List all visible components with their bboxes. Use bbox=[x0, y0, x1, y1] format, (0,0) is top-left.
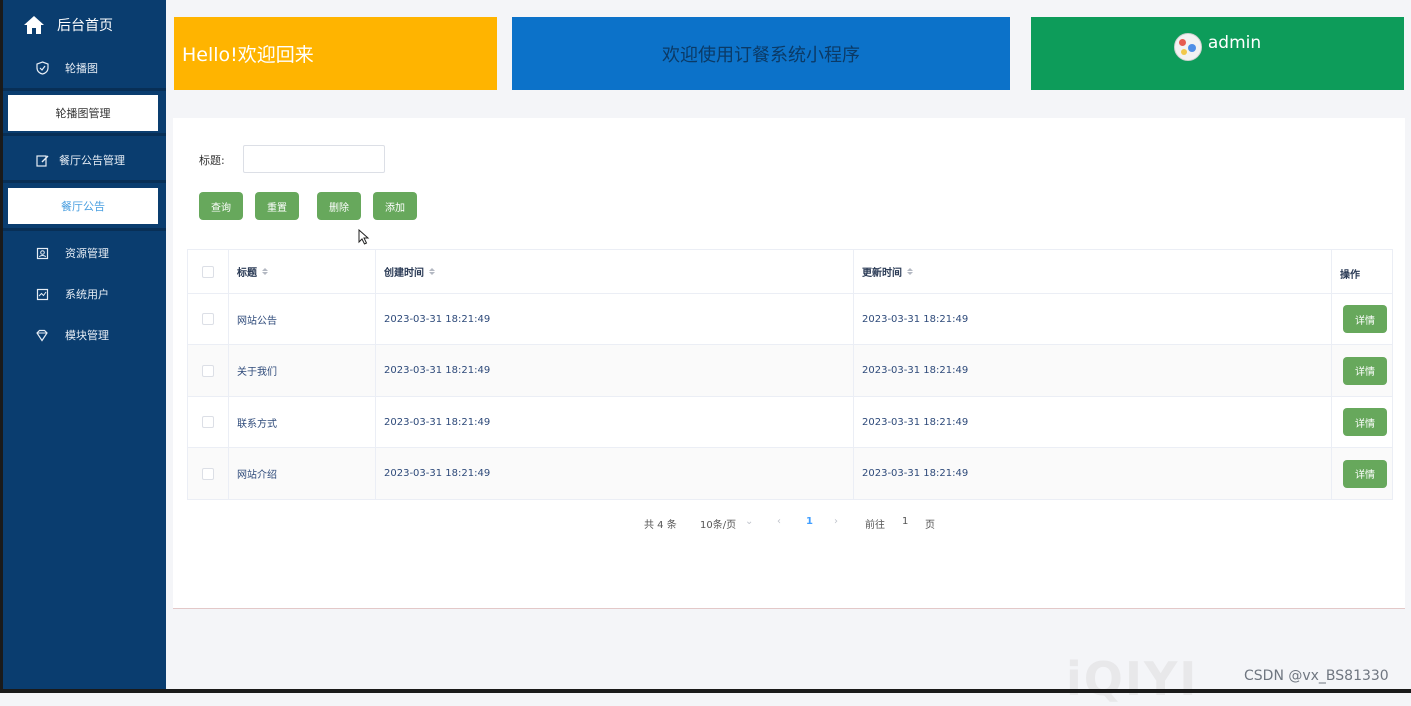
sort-icon[interactable] bbox=[907, 268, 913, 275]
sidebar-item-module[interactable]: 模块管理 bbox=[3, 315, 166, 355]
row-created: 2023-03-31 18:21:49 bbox=[376, 397, 854, 447]
pagination-total: 共 4 条 bbox=[644, 520, 677, 531]
sidebar-group-label: 轮播图 bbox=[65, 62, 98, 75]
sidebar-item-label: 后台首页 bbox=[57, 18, 113, 34]
header-checkbox-cell bbox=[188, 250, 229, 293]
sidebar-group-notice[interactable]: 餐厅公告管理 bbox=[3, 140, 166, 180]
chevron-down-icon[interactable]: ⌄ bbox=[745, 516, 753, 527]
table-row: 网站介绍 2023-03-31 18:21:49 2023-03-31 18:2… bbox=[188, 448, 1392, 499]
goto-label: 前往 bbox=[865, 520, 885, 531]
detail-button[interactable]: 详情 bbox=[1343, 356, 1387, 385]
mouse-cursor-icon bbox=[358, 229, 370, 245]
divider bbox=[3, 133, 166, 136]
row-updated: 2023-03-31 18:21:49 bbox=[854, 345, 1332, 396]
title-label: 标题: bbox=[199, 154, 225, 167]
sidebar-item-label: 系统用户 bbox=[65, 288, 109, 301]
csdn-watermark: CSDN @vx_BS81330 bbox=[1244, 668, 1389, 684]
row-title: 关于我们 bbox=[229, 345, 376, 396]
row-created: 2023-03-31 18:21:49 bbox=[376, 294, 854, 344]
row-updated: 2023-03-31 18:21:49 bbox=[854, 397, 1332, 447]
sidebar-item-notice[interactable]: 餐厅公告 bbox=[8, 188, 158, 224]
add-button[interactable]: 添加 bbox=[373, 192, 417, 220]
window-frame-bottom bbox=[0, 689, 1411, 693]
detail-button[interactable]: 详情 bbox=[1343, 408, 1387, 436]
sort-icon[interactable] bbox=[429, 268, 435, 275]
next-page-icon[interactable]: › bbox=[834, 516, 838, 527]
sidebar-item-system-user[interactable]: 系统用户 bbox=[3, 274, 166, 314]
divider bbox=[3, 180, 166, 183]
user-banner[interactable]: admin bbox=[1031, 17, 1404, 90]
column-header-action: 操作 bbox=[1340, 270, 1360, 281]
diamond-icon bbox=[35, 328, 49, 342]
sidebar-group-carousel[interactable]: 轮播图 bbox=[3, 48, 166, 88]
detail-button[interactable]: 详情 bbox=[1343, 305, 1387, 333]
notice-table: 标题 创建时间 更新时间 操作 网站公告 2023-03-31 18:21:49… bbox=[187, 249, 1393, 500]
content-panel: 标题: 查询 重置 删除 添加 标题 创建时间 更新时间 操作 网站公告 202… bbox=[173, 118, 1405, 609]
hello-banner: Hello!欢迎回来 bbox=[174, 17, 497, 90]
delete-button[interactable]: 删除 bbox=[317, 192, 361, 220]
table-row: 联系方式 2023-03-31 18:21:49 2023-03-31 18:2… bbox=[188, 397, 1392, 448]
column-header-created[interactable]: 创建时间 bbox=[376, 250, 854, 293]
sidebar: 后台首页 轮播图 轮播图管理 餐厅公告管理 餐厅公告 资源管理 系统用户 模块管… bbox=[3, 0, 166, 689]
page-size-select[interactable]: 10条/页 bbox=[700, 516, 736, 531]
avatar[interactable] bbox=[1173, 33, 1202, 61]
sidebar-item-resource[interactable]: 资源管理 bbox=[3, 233, 166, 273]
sidebar-item-label: 模块管理 bbox=[65, 329, 109, 342]
chart-icon bbox=[35, 287, 49, 301]
row-created: 2023-03-31 18:21:49 bbox=[376, 345, 854, 396]
page-number[interactable]: 1 bbox=[806, 516, 813, 527]
row-title: 联系方式 bbox=[229, 397, 376, 447]
row-checkbox[interactable] bbox=[202, 467, 214, 480]
row-updated: 2023-03-31 18:21:49 bbox=[854, 294, 1332, 344]
page-unit: 页 bbox=[925, 520, 935, 531]
sidebar-item-label: 餐厅公告 bbox=[61, 200, 105, 213]
welcome-banner: 欢迎使用订餐系统小程序 bbox=[512, 17, 1010, 90]
row-checkbox[interactable] bbox=[202, 364, 214, 377]
row-title: 网站公告 bbox=[229, 294, 376, 344]
goto-page-input[interactable]: 1 bbox=[902, 516, 908, 527]
detail-button[interactable]: 详情 bbox=[1343, 459, 1387, 488]
edit-icon bbox=[35, 153, 49, 167]
select-all-checkbox[interactable] bbox=[202, 265, 214, 278]
reset-button[interactable]: 重置 bbox=[255, 192, 299, 220]
sidebar-item-home[interactable]: 后台首页 bbox=[3, 6, 166, 44]
hello-text: Hello!欢迎回来 bbox=[182, 44, 314, 66]
table-row: 网站公告 2023-03-31 18:21:49 2023-03-31 18:2… bbox=[188, 294, 1392, 345]
row-checkbox[interactable] bbox=[202, 313, 214, 325]
divider bbox=[3, 228, 166, 231]
resource-icon bbox=[35, 246, 49, 260]
table-header: 标题 创建时间 更新时间 操作 bbox=[188, 250, 1392, 294]
sidebar-item-label: 资源管理 bbox=[65, 247, 109, 260]
row-checkbox[interactable] bbox=[202, 416, 214, 428]
column-header-updated[interactable]: 更新时间 bbox=[854, 250, 1332, 293]
title-search-input[interactable] bbox=[243, 145, 385, 173]
prev-page-icon[interactable]: ‹ bbox=[777, 516, 781, 527]
home-icon bbox=[23, 14, 45, 36]
welcome-text: 欢迎使用订餐系统小程序 bbox=[662, 44, 860, 66]
column-header-title[interactable]: 标题 bbox=[229, 250, 376, 293]
row-title: 网站介绍 bbox=[229, 448, 376, 499]
row-updated: 2023-03-31 18:21:49 bbox=[854, 448, 1332, 499]
row-created: 2023-03-31 18:21:49 bbox=[376, 448, 854, 499]
sidebar-item-label: 轮播图管理 bbox=[55, 107, 111, 120]
shield-icon bbox=[35, 61, 49, 75]
sidebar-item-carousel-manage[interactable]: 轮播图管理 bbox=[8, 95, 158, 131]
sidebar-group-label: 餐厅公告管理 bbox=[59, 154, 125, 167]
table-row: 关于我们 2023-03-31 18:21:49 2023-03-31 18:2… bbox=[188, 345, 1392, 397]
username: admin bbox=[1207, 33, 1262, 53]
query-button[interactable]: 查询 bbox=[199, 192, 243, 220]
iqiyi-logo-overlay: iQIYI bbox=[1066, 652, 1199, 706]
sort-icon[interactable] bbox=[262, 268, 268, 275]
divider bbox=[3, 88, 166, 91]
